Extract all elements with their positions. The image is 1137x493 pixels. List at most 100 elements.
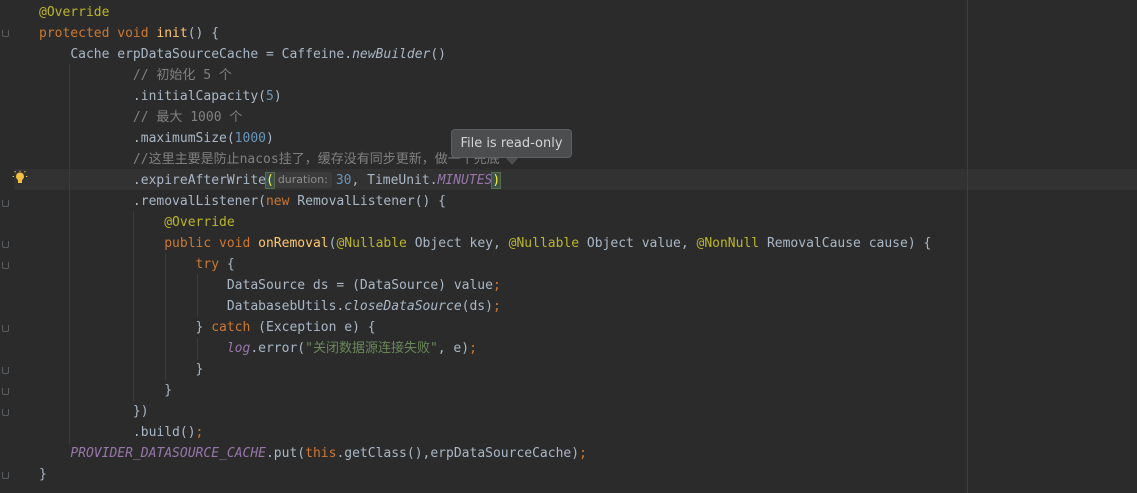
code-text: .maximumSize( [132, 131, 235, 146]
code-line[interactable]: log.error("关闭数据源连接失败", e); [39, 338, 477, 359]
enum-constant: MINUTES [437, 173, 493, 188]
code-text: DatabasebUtils. [226, 299, 345, 314]
static-field: PROVIDER_DATASOURCE_CACHE [70, 446, 266, 461]
code-line[interactable]: } [39, 464, 47, 485]
tooltip-arrow [505, 157, 519, 165]
code-text: .put( [265, 446, 306, 461]
code-line[interactable]: public void onRemoval(@Nullable Object k… [39, 233, 931, 254]
code-line[interactable]: .removalListener(new RemovalListener() { [39, 191, 446, 212]
annotation: @Override [39, 5, 110, 20]
annotation: @NonNull [696, 236, 760, 251]
code-text: Object value, [579, 236, 697, 251]
gutter[interactable] [0, 0, 14, 493]
code-text: ) [265, 131, 274, 146]
code-text: .expireAfterWrite [132, 173, 266, 188]
code-text: .removalListener( [132, 194, 266, 209]
comment: //这里主要是防止nacos挂了，缓存没有同步更新，做一个兜底 [132, 152, 500, 167]
code-line[interactable]: .initialCapacity(5) [39, 86, 282, 107]
number-literal: 1000 [234, 131, 266, 146]
code-text: , e) [437, 341, 470, 356]
annotation: @Override [164, 215, 235, 230]
code-text: RemovalListener() { [297, 194, 447, 209]
fold-marker-icon[interactable] [2, 409, 9, 416]
comment: // 最大 1000 个 [132, 110, 243, 125]
code-line[interactable]: .expireAfterWrite(duration: 30, TimeUnit.… [39, 170, 502, 191]
lightbulb-icon[interactable] [12, 170, 28, 186]
fold-marker-icon[interactable] [2, 472, 9, 479]
code-text: Object key, [406, 236, 509, 251]
code-line[interactable]: Cache erpDataSourceCache = Caffeine.newB… [39, 44, 446, 65]
code-line[interactable]: @Override [39, 2, 109, 23]
annotation: @Nullable [336, 236, 407, 251]
matched-paren: ( [265, 172, 275, 189]
method-name: onRemoval [258, 236, 329, 251]
fold-marker-icon[interactable] [2, 325, 9, 332]
parameter-hint: duration: [273, 172, 332, 188]
code-text: } [195, 320, 212, 335]
semicolon: ; [469, 341, 477, 356]
code-line[interactable]: PROVIDER_DATASOURCE_CACHE.put(this.getCl… [39, 443, 587, 464]
keyword: new [265, 194, 298, 209]
code-line[interactable]: @Override [39, 212, 235, 233]
keyword: try [195, 257, 220, 272]
code-line[interactable]: }) [39, 401, 149, 422]
fold-marker-icon[interactable] [2, 30, 9, 37]
number-literal: 5 [265, 89, 274, 104]
code-text: DataSource ds = (DataSource) value [226, 278, 493, 293]
read-only-tooltip: File is read-only [451, 129, 572, 158]
number-literal: 30 [335, 173, 352, 188]
code-text: .error( [250, 341, 306, 356]
code-line[interactable]: DataSource ds = (DataSource) value; [39, 275, 501, 296]
code-editor[interactable]: @Override protected void init() { Cache … [0, 0, 1137, 493]
semicolon: ; [492, 299, 501, 314]
code-line[interactable]: .build(); [39, 422, 203, 443]
keyword: protected void [39, 26, 157, 41]
keyword: catch [211, 320, 251, 335]
semicolon: ; [579, 446, 587, 461]
static-method: closeDataSource [344, 299, 462, 314]
method-name: init [156, 26, 188, 41]
field-reference: log [226, 341, 251, 356]
right-margin-guide [967, 0, 968, 493]
code-text: Cache erpDataSourceCache = Caffeine. [70, 47, 353, 62]
code-text: () { [187, 26, 220, 41]
semicolon: ; [195, 425, 204, 440]
code-line[interactable]: protected void init() { [39, 23, 219, 44]
fold-marker-icon[interactable] [2, 388, 9, 395]
code-line[interactable]: } [39, 359, 204, 380]
fold-marker-icon[interactable] [2, 241, 9, 248]
code-text: .build() [132, 425, 196, 440]
code-line[interactable]: } catch (Exception e) { [39, 317, 376, 338]
keyword: this [305, 446, 337, 461]
code-text: } [164, 383, 173, 398]
fold-marker-icon[interactable] [2, 262, 9, 269]
code-text: (ds) [461, 299, 493, 314]
code-text: () [430, 47, 447, 62]
code-text: } [39, 467, 47, 482]
code-text: }) [132, 404, 149, 419]
static-method: newBuilder [352, 47, 431, 62]
code-line[interactable]: // 初始化 5 个 [39, 65, 232, 86]
code-line[interactable]: DatabasebUtils.closeDataSource(ds); [39, 296, 501, 317]
code-line[interactable]: .maximumSize(1000) [39, 128, 274, 149]
code-text: } [195, 362, 204, 377]
code-text: (Exception e) { [250, 320, 376, 335]
code-text: .getClass(),erpDataSourceCache) [336, 446, 580, 461]
matched-paren: ) [491, 172, 502, 189]
code-line[interactable]: try { [39, 254, 235, 275]
code-line[interactable]: // 最大 1000 个 [39, 107, 242, 128]
code-line[interactable]: } [39, 380, 172, 401]
comment: // 初始化 5 个 [132, 68, 232, 83]
code-text: { [219, 257, 235, 272]
fold-marker-icon[interactable] [2, 200, 9, 207]
keyword: public void [164, 236, 259, 251]
annotation: @Nullable [508, 236, 580, 251]
fold-marker-icon[interactable] [2, 367, 9, 374]
code-text: RemovalCause cause) { [759, 236, 932, 251]
code-text: , TimeUnit. [351, 173, 438, 188]
string-literal: "关闭数据源连接失败" [305, 341, 438, 356]
code-text: .initialCapacity( [132, 89, 266, 104]
code-line[interactable]: //这里主要是防止nacos挂了，缓存没有同步更新，做一个兜底 [39, 149, 500, 170]
code-text: ) [273, 89, 282, 104]
semicolon: ; [492, 278, 501, 293]
